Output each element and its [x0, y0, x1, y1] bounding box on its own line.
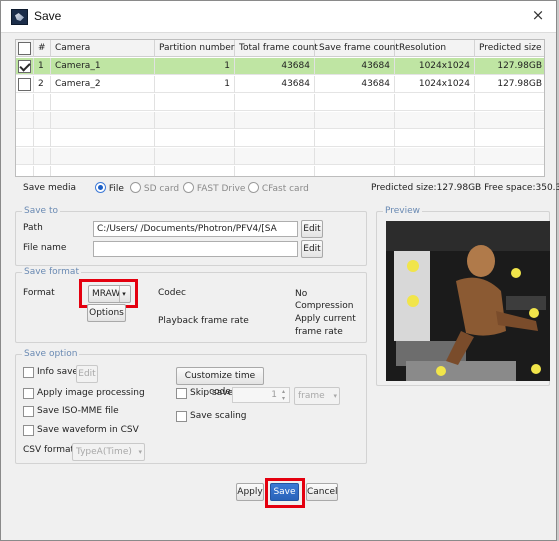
skip-save-label: Skip save: [190, 388, 234, 398]
filename-label: File name: [23, 243, 67, 253]
header-resolution[interactable]: Resolution: [395, 40, 475, 57]
title-bar: Save ×: [1, 1, 556, 33]
info-save-checkbox[interactable]: [23, 367, 34, 378]
close-icon[interactable]: ×: [530, 7, 546, 23]
dropdown-arrow-icon: ▾: [333, 392, 337, 400]
row-resolution: 1024x1024: [395, 58, 475, 75]
row-camera: Camera_1: [51, 58, 155, 75]
format-label: Format: [23, 288, 55, 298]
dropdown-arrow-icon: ▾: [138, 448, 142, 456]
radio-icon[interactable]: [183, 182, 194, 193]
row-index: 2: [34, 76, 51, 93]
customize-time-code-button[interactable]: Customize time code: [176, 367, 264, 397]
table-row[interactable]: 1 Camera_1 1 43684 43684 1024x1024 127.9…: [16, 58, 544, 75]
media-option-file[interactable]: File: [95, 182, 124, 194]
header-index[interactable]: #: [34, 40, 51, 57]
header-save-frames[interactable]: Save frame count: [315, 40, 399, 57]
filename-field[interactable]: [93, 241, 298, 257]
row-total-frames: 43684: [235, 58, 315, 75]
skip-save-checkbox[interactable]: [176, 388, 187, 399]
app-icon: [11, 9, 28, 25]
row-checkbox[interactable]: [18, 78, 31, 91]
header-predicted-size[interactable]: Predicted size: [475, 40, 544, 57]
select-all-checkbox[interactable]: [18, 42, 31, 55]
row-checkbox[interactable]: [18, 60, 31, 73]
filename-edit-button[interactable]: Edit: [301, 240, 323, 258]
media-option-cfast-card[interactable]: CFast card: [248, 182, 309, 194]
save-scaling-checkbox[interactable]: [176, 411, 187, 422]
row-predicted-size: 127.98GB: [497, 61, 542, 71]
info-save-label: Info save: [37, 367, 78, 377]
save-scaling-label: Save scaling: [190, 411, 247, 421]
save-iso-mme-label: Save ISO-MME file: [37, 406, 119, 416]
row-resolution: 1024x1024: [395, 76, 475, 93]
row-save-frames: 43684: [315, 76, 395, 93]
save-waveform-label: Save waveform in CSV: [37, 425, 139, 435]
row-partition: 1: [155, 58, 235, 75]
table-row[interactable]: 2 Camera_2 1 43684 43684 1024x1024 127.9…: [16, 76, 544, 93]
save-format-legend: Save format: [22, 267, 81, 277]
save-media-label: Save media: [23, 183, 76, 193]
skip-save-spinner[interactable]: 1 ▴ ▾: [232, 387, 290, 403]
preview-image: [386, 221, 550, 381]
empty-row: [16, 112, 544, 129]
header-camera[interactable]: Camera: [51, 40, 155, 57]
path-label: Path: [23, 223, 43, 233]
window-title: Save: [34, 9, 62, 23]
cancel-button[interactable]: Cancel: [306, 483, 338, 501]
skip-unit-select[interactable]: frame ▾: [294, 387, 340, 405]
row-predicted-size: 127.98GB: [497, 79, 542, 89]
camera-table: # Camera Partition number Total frame co…: [15, 39, 545, 177]
save-to-legend: Save to: [22, 206, 60, 216]
radio-icon[interactable]: [248, 182, 259, 193]
save-dialog: Save × # Camera Partition number Total f…: [0, 0, 559, 541]
csv-format-select[interactable]: TypeA(Time) ▾: [72, 443, 145, 461]
row-camera: Camera_2: [51, 76, 155, 93]
codec-value: No Compression: [295, 289, 354, 311]
predicted-size-info: Predicted size:127.98GB Free space:350.3…: [371, 183, 559, 193]
playback-frame-rate-value: Apply current frame rate: [295, 314, 356, 337]
apply-image-processing-label: Apply image processing: [37, 388, 145, 398]
save-waveform-checkbox[interactable]: [23, 425, 34, 436]
media-option-fast-drive[interactable]: FAST Drive: [183, 182, 245, 194]
row-total-frames: 43684: [235, 76, 315, 93]
spinner-arrows-icon[interactable]: ▴ ▾: [279, 388, 288, 402]
apply-button[interactable]: Apply: [236, 483, 264, 501]
row-save-frames: 43684: [315, 58, 395, 75]
codec-label: Codec: [158, 288, 186, 298]
header-total-frames[interactable]: Total frame count: [235, 40, 318, 57]
empty-row: [16, 130, 544, 147]
radio-icon[interactable]: [95, 182, 106, 193]
radio-icon[interactable]: [130, 182, 141, 193]
header-partition[interactable]: Partition number: [155, 40, 235, 57]
csv-format-label: CSV format: [23, 445, 75, 455]
options-button[interactable]: Options: [87, 304, 126, 322]
save-iso-mme-checkbox[interactable]: [23, 406, 34, 417]
path-edit-button[interactable]: Edit: [301, 220, 323, 238]
table-header: # Camera Partition number Total frame co…: [16, 40, 544, 57]
row-partition: 1: [155, 76, 235, 93]
row-index: 1: [34, 58, 51, 75]
crash-test-preview-graphic: [386, 221, 550, 381]
empty-row: [16, 148, 544, 165]
save-highlight-box: [265, 478, 305, 508]
playback-frame-rate-label: Playback frame rate: [158, 316, 249, 326]
preview-legend: Preview: [383, 206, 423, 216]
save-option-legend: Save option: [22, 349, 80, 359]
path-field[interactable]: C:/Users/ /Documents/Photron/PFV4/[SA: [93, 221, 298, 237]
info-edit-button[interactable]: Edit: [76, 365, 98, 383]
media-option-sd-card[interactable]: SD card: [130, 182, 179, 194]
empty-row: [16, 166, 544, 176]
empty-row: [16, 94, 544, 111]
select-all-header: [16, 40, 34, 57]
apply-image-processing-checkbox[interactable]: [23, 388, 34, 399]
